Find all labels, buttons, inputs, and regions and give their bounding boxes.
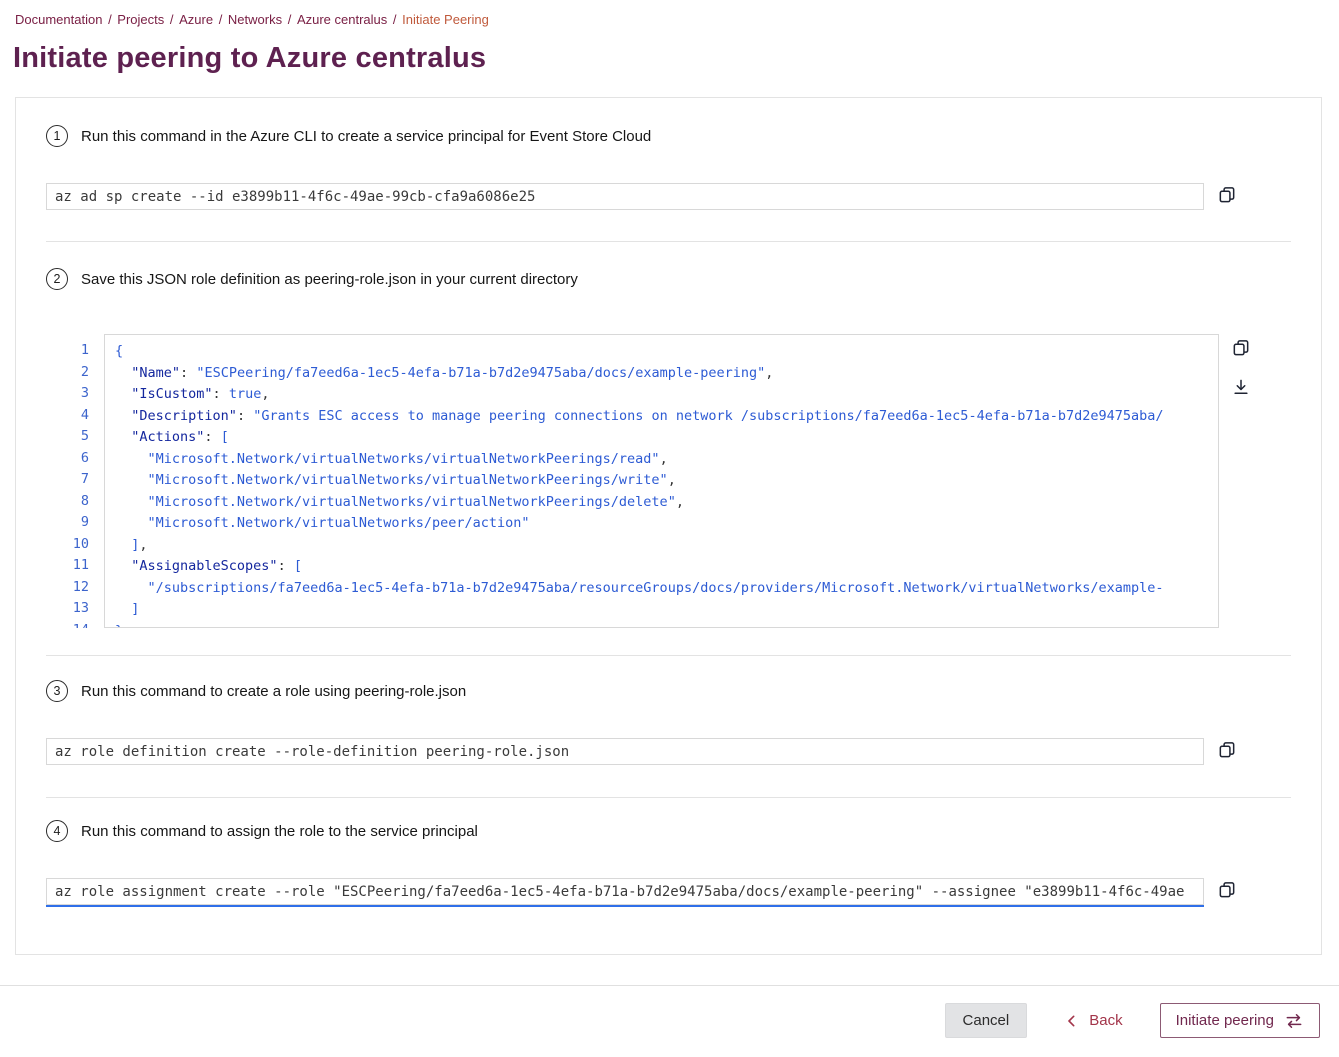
code-line: {: [115, 341, 1218, 363]
breadcrumb-link[interactable]: Azure centralus: [297, 12, 387, 27]
code-line: "Microsoft.Network/virtualNetworks/virtu…: [115, 470, 1218, 492]
page-title: Initiate peering to Azure centralus: [13, 42, 486, 75]
back-button[interactable]: Back: [1054, 1003, 1132, 1038]
copy-button[interactable]: [1217, 183, 1237, 207]
chevron-left-icon: [1064, 1013, 1080, 1029]
copy-button[interactable]: [1217, 878, 1237, 902]
step-number-badge: 4: [46, 820, 68, 842]
breadcrumb-link[interactable]: Documentation: [15, 12, 102, 27]
breadcrumb: Documentation / Projects / Azure / Netwo…: [15, 12, 489, 27]
cli-command-input[interactable]: [46, 878, 1204, 905]
wizard-card: 1 Run this command in the Azure CLI to c…: [15, 97, 1322, 955]
line-number: 14: [46, 620, 89, 629]
line-number: 2: [46, 362, 89, 384]
cli-command-input[interactable]: [46, 738, 1204, 765]
step-1: 1 Run this command in the Azure CLI to c…: [46, 125, 1291, 210]
step-instruction: Save this JSON role definition as peerin…: [81, 271, 578, 288]
breadcrumb-separator: /: [284, 12, 295, 27]
line-number: 6: [46, 448, 89, 470]
step-2: 2 Save this JSON role definition as peer…: [46, 268, 1291, 628]
code-line: }: [115, 621, 1218, 629]
step-instruction: Run this command to assign the role to t…: [81, 823, 478, 840]
breadcrumb-separator: /: [215, 12, 226, 27]
step-divider: [46, 797, 1291, 798]
copy-icon: [1231, 338, 1251, 358]
cli-command-input[interactable]: [46, 183, 1204, 210]
line-number: 3: [46, 383, 89, 405]
breadcrumb-link[interactable]: Projects: [117, 12, 164, 27]
step-instruction: Run this command in the Azure CLI to cre…: [81, 128, 651, 145]
code-line: ]: [115, 599, 1218, 621]
breadcrumb-link[interactable]: Networks: [228, 12, 282, 27]
code-line: "AssignableScopes": [: [115, 556, 1218, 578]
step-number-badge: 2: [46, 268, 68, 290]
back-label: Back: [1089, 1012, 1122, 1029]
line-number: 4: [46, 405, 89, 427]
line-numbers: 1234567891011121314: [46, 334, 89, 628]
code-line: "Actions": [: [115, 427, 1218, 449]
breadcrumb-separator: /: [104, 12, 115, 27]
line-number: 11: [46, 555, 89, 577]
code-line: "Description": "Grants ESC access to man…: [115, 406, 1218, 428]
code-line: "IsCustom": true,: [115, 384, 1218, 406]
line-number: 10: [46, 534, 89, 556]
copy-button[interactable]: [1217, 738, 1237, 762]
line-number: 12: [46, 577, 89, 599]
copy-icon: [1217, 740, 1237, 760]
code-line: "/subscriptions/fa7eed6a-1ec5-4efa-b71a-…: [115, 578, 1218, 600]
cancel-button[interactable]: Cancel: [945, 1003, 1028, 1038]
copy-json-button[interactable]: [1231, 336, 1251, 360]
breadcrumb-separator: /: [166, 12, 177, 27]
footer-actions: Cancel Back Initiate peering: [945, 1003, 1320, 1038]
code-line: ],: [115, 535, 1218, 557]
step-instruction: Run this command to create a role using …: [81, 683, 466, 700]
step-4: 4 Run this command to assign the role to…: [46, 820, 1291, 905]
breadcrumb-current: Initiate Peering: [402, 12, 489, 27]
step-divider: [46, 241, 1291, 242]
line-number: 5: [46, 426, 89, 448]
step-number-badge: 3: [46, 680, 68, 702]
download-icon: [1231, 377, 1251, 397]
json-editor[interactable]: { "Name": "ESCPeering/fa7eed6a-1ec5-4efa…: [104, 334, 1219, 628]
code-line: "Microsoft.Network/virtualNetworks/peer/…: [115, 513, 1218, 535]
line-number: 13: [46, 598, 89, 620]
copy-icon: [1217, 880, 1237, 900]
initiate-peering-label: Initiate peering: [1176, 1012, 1274, 1029]
footer-divider: [0, 985, 1339, 986]
breadcrumb-separator: /: [389, 12, 400, 27]
code-line: "Microsoft.Network/virtualNetworks/virtu…: [115, 492, 1218, 514]
code-line: "Name": "ESCPeering/fa7eed6a-1ec5-4efa-b…: [115, 363, 1218, 385]
line-number: 1: [46, 340, 89, 362]
download-json-button[interactable]: [1231, 375, 1251, 399]
step-3: 3 Run this command to create a role usin…: [46, 680, 1291, 765]
copy-icon: [1217, 185, 1237, 205]
line-number: 7: [46, 469, 89, 491]
initiate-peering-button[interactable]: Initiate peering: [1160, 1003, 1320, 1038]
step-divider: [46, 655, 1291, 656]
code-line: "Microsoft.Network/virtualNetworks/virtu…: [115, 449, 1218, 471]
swap-horizontal-icon: [1284, 1011, 1304, 1031]
line-number: 9: [46, 512, 89, 534]
line-number: 8: [46, 491, 89, 513]
step-number-badge: 1: [46, 125, 68, 147]
breadcrumb-link[interactable]: Azure: [179, 12, 213, 27]
